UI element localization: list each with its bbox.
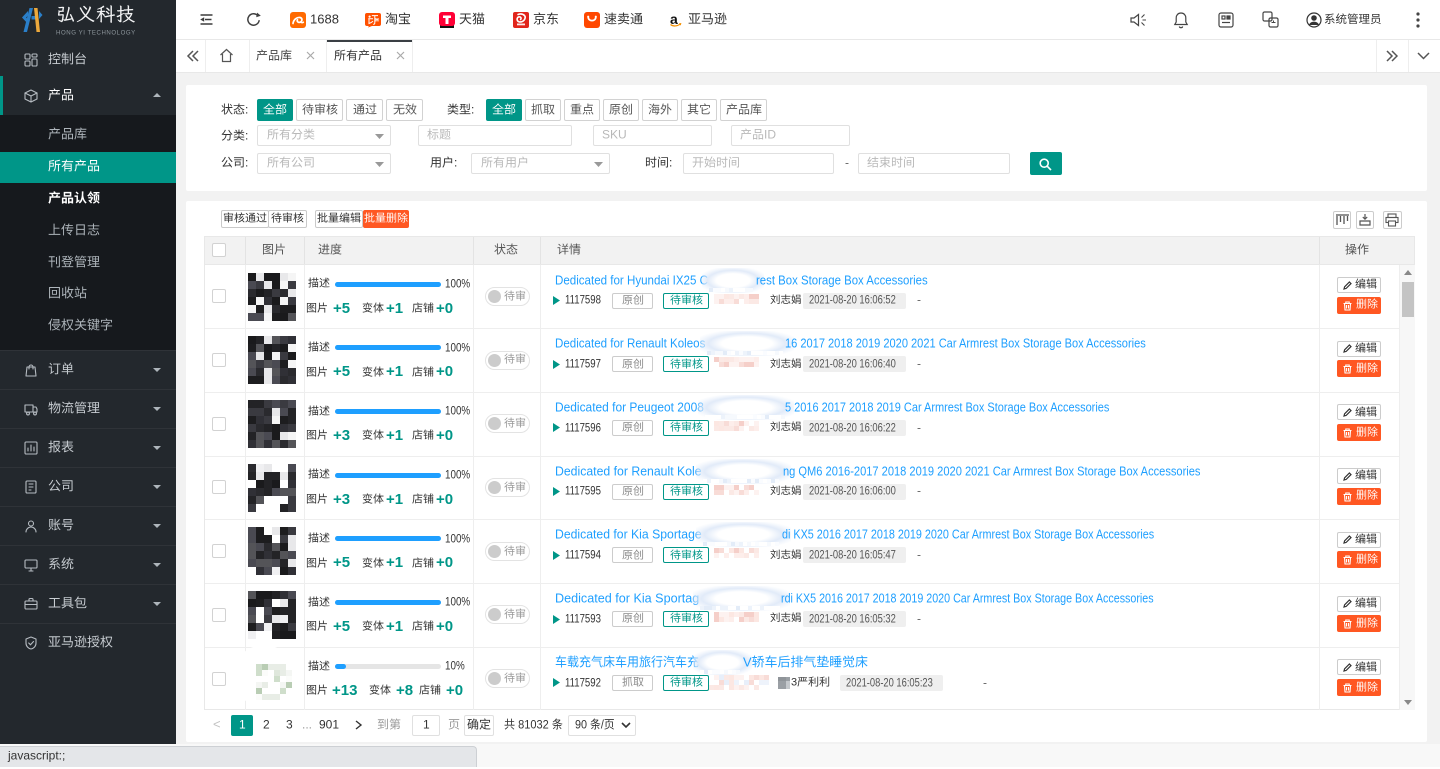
svg-text:100%: 100%: [445, 341, 470, 354]
svg-text:81032: 81032: [515, 719, 552, 731]
svg-text:100%: 100%: [445, 469, 470, 482]
svg-text:901: 901: [319, 717, 339, 731]
svg-text:2: 2: [263, 717, 270, 731]
svg-text:+0: +0: [436, 363, 453, 380]
svg-text:di KX5 2016 2017 2018 2019 202: di KX5 2016 2017 2018 2019 2020 Car Armr…: [782, 527, 1154, 542]
svg-text:+3: +3: [333, 491, 350, 508]
svg-text:+5: +5: [333, 555, 350, 572]
svg-text:<: <: [213, 717, 221, 732]
svg-text:-: -: [917, 420, 921, 434]
svg-text:3: 3: [791, 677, 797, 689]
svg-text:+1: +1: [386, 555, 403, 572]
svg-text:1117598: 1117598: [565, 294, 601, 307]
svg-text:Dedicated for Renault Kole: Dedicated for Renault Kole: [555, 464, 702, 478]
svg-text:-: -: [917, 357, 921, 371]
svg-text::: :: [454, 156, 457, 170]
svg-text:+0: +0: [436, 427, 453, 444]
svg-text:Dedicated for Kia Sportag: Dedicated for Kia Sportag: [555, 590, 699, 605]
svg-text::: :: [245, 102, 248, 116]
svg-text:+1: +1: [386, 491, 403, 508]
svg-text:-: -: [917, 611, 921, 625]
svg-text:+1: +1: [386, 363, 403, 380]
svg-text:+13: +13: [332, 682, 357, 699]
svg-text:100%: 100%: [445, 532, 470, 545]
svg-text:1117596: 1117596: [565, 421, 601, 434]
svg-text:2021-08-20 16:06:40: 2021-08-20 16:06:40: [809, 358, 896, 371]
svg-text:+1: +1: [386, 300, 403, 317]
svg-text::: :: [669, 156, 672, 170]
svg-text:2021-08-20 16:05:32: 2021-08-20 16:05:32: [809, 612, 896, 625]
svg-text:+5: +5: [333, 363, 350, 380]
svg-text:1117593: 1117593: [565, 612, 601, 625]
svg-text:2021-08-20 16:06:22: 2021-08-20 16:06:22: [809, 421, 896, 434]
svg-text:2021-08-20 16:06:52: 2021-08-20 16:06:52: [809, 294, 896, 307]
svg-text:+1: +1: [386, 618, 403, 635]
svg-text:ng QM6 2016-2017 2018 2019 202: ng QM6 2016-2017 2018 2019 2020 2021 Car…: [783, 463, 1200, 478]
svg-text:90: 90: [575, 719, 590, 732]
svg-text:+5: +5: [333, 618, 350, 635]
svg-text:-: -: [845, 156, 849, 170]
svg-text:...: ...: [302, 717, 312, 731]
svg-text:-: -: [917, 484, 921, 498]
svg-text:+0: +0: [436, 618, 453, 635]
svg-text:ID: ID: [764, 128, 776, 142]
svg-text:SKU: SKU: [602, 128, 627, 142]
svg-text:HONG YI TECHNOLOGY: HONG YI TECHNOLOGY: [56, 29, 136, 36]
svg-text:2021-08-20 16:05:23: 2021-08-20 16:05:23: [846, 676, 933, 689]
svg-text:Dedicated for Renault Koleos: Dedicated for Renault Koleos: [555, 336, 705, 351]
svg-text:-: -: [917, 293, 921, 307]
svg-text:+1: +1: [386, 427, 403, 444]
svg-text:3: 3: [286, 717, 293, 731]
svg-text:1: 1: [423, 717, 430, 731]
svg-text:+0: +0: [436, 491, 453, 508]
svg-text::: :: [245, 128, 248, 142]
svg-text:/: /: [601, 719, 605, 732]
svg-text:rdi KX5 2016 2017 2018 2019 20: rdi KX5 2016 2017 2018 2019 2020 Car Arm…: [781, 590, 1154, 605]
svg-text:+0: +0: [436, 300, 453, 317]
svg-text:V: V: [743, 654, 752, 669]
svg-text:Dedicated for Kia Sportage: Dedicated for Kia Sportage: [555, 527, 702, 541]
svg-text:+3: +3: [333, 427, 350, 444]
svg-text:-: -: [983, 675, 987, 689]
svg-text:1: 1: [239, 717, 246, 731]
svg-text:1117597: 1117597: [565, 358, 601, 371]
svg-text:1117592: 1117592: [565, 676, 601, 689]
svg-text:1688: 1688: [310, 12, 339, 27]
svg-text:+5: +5: [333, 300, 350, 317]
svg-text:Dedicated for Peugeot 2008: Dedicated for Peugeot 2008: [555, 400, 704, 415]
svg-text:1117594: 1117594: [565, 549, 601, 562]
svg-text::: :: [245, 156, 248, 170]
svg-text:100%: 100%: [445, 405, 470, 418]
svg-text:10%: 10%: [445, 660, 465, 673]
svg-text:Dedicated for Hyundai IX25 C: Dedicated for Hyundai IX25 C: [555, 272, 708, 287]
svg-text:-: -: [917, 548, 921, 562]
svg-text:5 2016 2017 2018 2019 Car Armr: 5 2016 2017 2018 2019 Car Armrest Box St…: [785, 399, 1109, 414]
svg-text:16 2017 2018 2019 2020 2021 Ca: 16 2017 2018 2019 2020 2021 Car Armrest …: [785, 336, 1146, 351]
svg-text:+8: +8: [396, 682, 413, 699]
svg-text:2021-08-20 16:06:00: 2021-08-20 16:06:00: [809, 485, 896, 498]
svg-text:1117595: 1117595: [565, 485, 601, 498]
svg-text:100%: 100%: [445, 596, 470, 609]
svg-text:rest Box Storage Box Accessori: rest Box Storage Box Accessories: [756, 272, 928, 287]
svg-text:javascript:;: javascript:;: [7, 749, 65, 763]
svg-text:+0: +0: [446, 682, 463, 699]
svg-text:+0: +0: [436, 555, 453, 572]
svg-text:2021-08-20 16:05:47: 2021-08-20 16:05:47: [809, 549, 896, 562]
svg-text:100%: 100%: [445, 278, 470, 291]
svg-text::: :: [471, 102, 474, 116]
